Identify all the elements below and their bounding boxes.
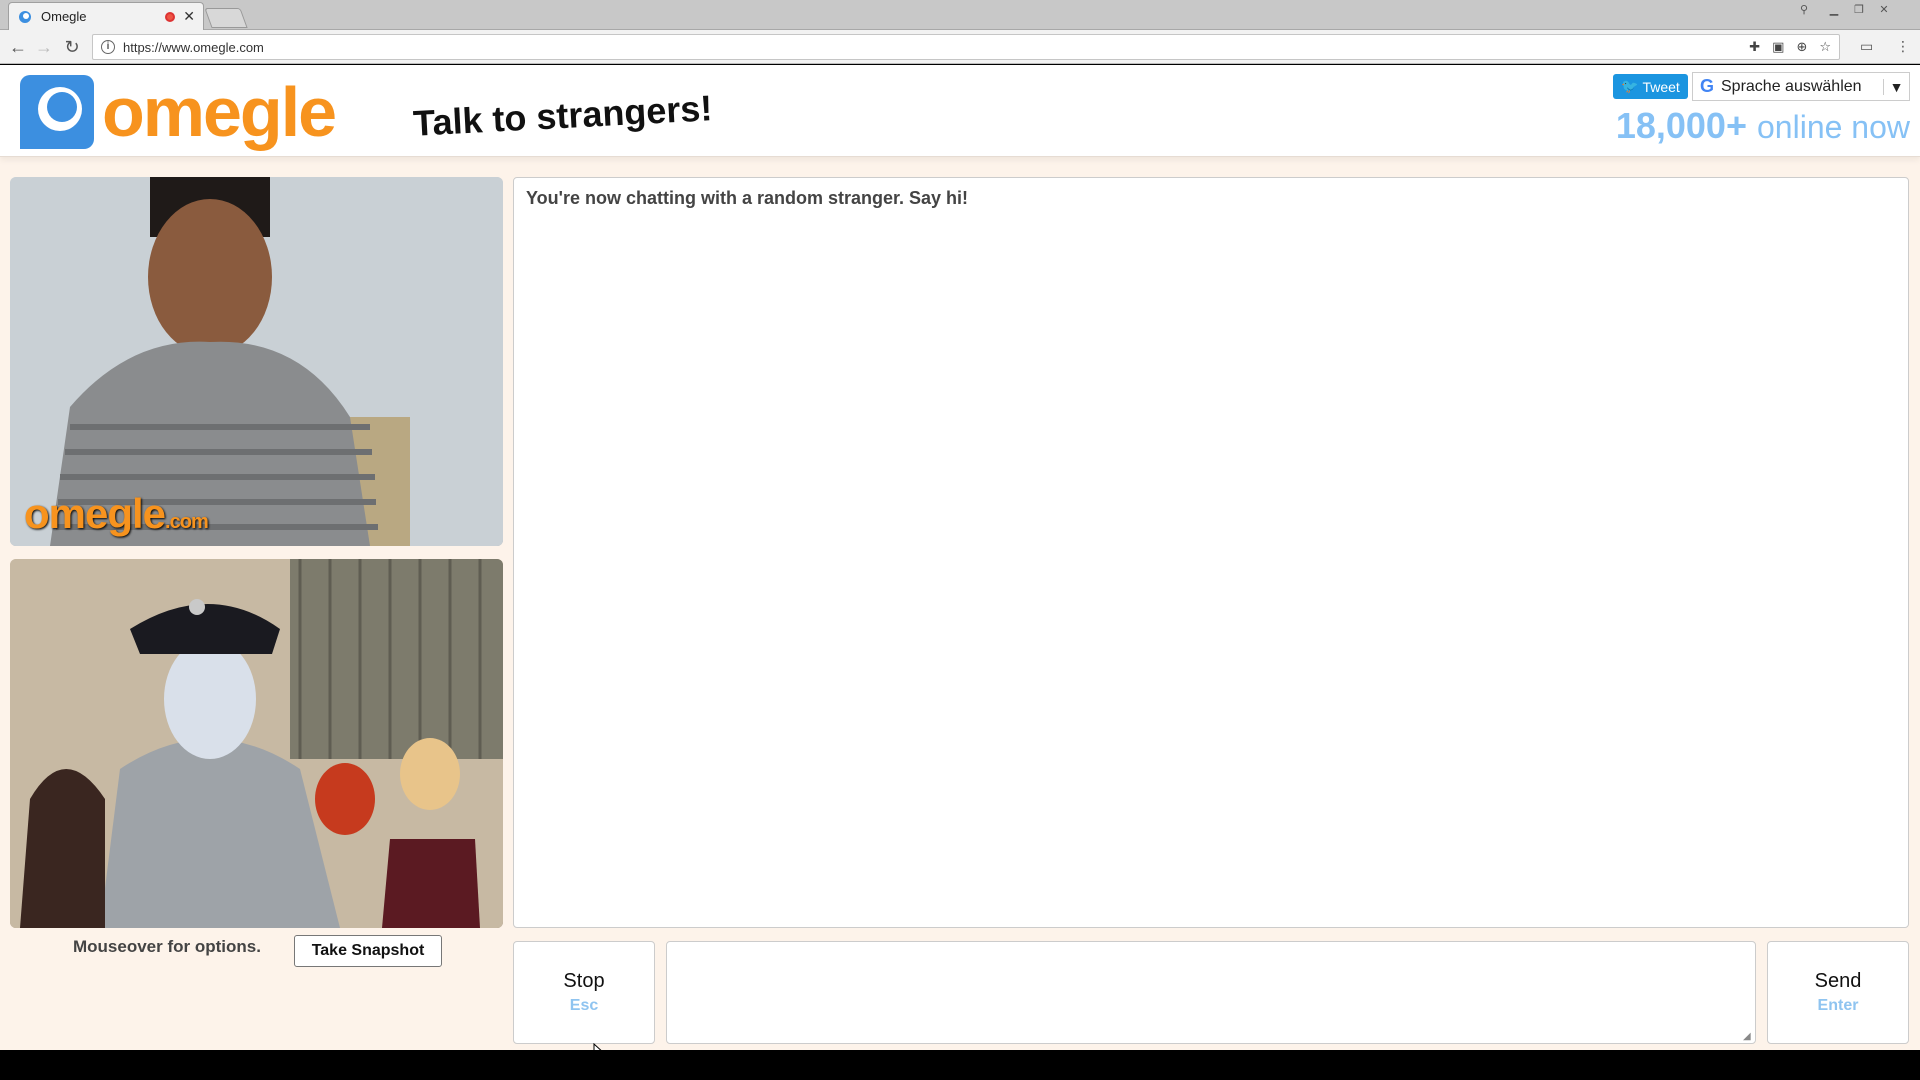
omegle-logo-icon: [20, 75, 94, 149]
zoom-icon[interactable]: ⊕: [1796, 39, 1807, 55]
site-info-icon[interactable]: i: [101, 40, 115, 54]
tweet-button[interactable]: 🐦 Tweet: [1613, 74, 1688, 99]
menu-dots-icon[interactable]: ⋮: [1896, 38, 1910, 55]
online-count-label: online now: [1757, 109, 1910, 145]
online-count: 18,000+ online now: [1616, 105, 1910, 147]
own-video-frame: [10, 559, 503, 928]
blocked-popup-icon[interactable]: ▣: [1772, 39, 1784, 55]
tab-title: Omegle: [41, 9, 87, 24]
chat-message-input[interactable]: [666, 941, 1756, 1044]
omegle-favicon-icon: [17, 9, 33, 25]
recording-indicator-icon: [165, 11, 176, 22]
site-header: omegle Talk to strangers! 🐦 Tweet G Spra…: [0, 65, 1920, 157]
twitter-bird-icon: 🐦: [1621, 78, 1639, 94]
send-shortcut: Enter: [1817, 997, 1859, 1014]
stranger-video[interactable]: omegle.com: [10, 177, 503, 546]
address-bar[interactable]: i https://www.omegle.com ✚ ▣ ⊕ ☆: [92, 34, 1840, 60]
stop-label: Stop: [563, 970, 605, 992]
watermark-suffix: .com: [165, 511, 209, 533]
restore-button[interactable]: ❐: [1847, 0, 1871, 18]
close-window-button[interactable]: ✕: [1872, 0, 1896, 18]
taskbar-strip: [0, 1050, 1920, 1080]
cast-icon[interactable]: ▭: [1860, 38, 1873, 55]
watermark-text: omegle: [24, 490, 166, 537]
resize-handle-icon[interactable]: ◢: [1743, 1031, 1751, 1042]
url-text: https://www.omegle.com: [123, 39, 264, 55]
minimize-button[interactable]: ▁: [1822, 0, 1846, 18]
language-select-label: Sprache auswählen: [1721, 77, 1862, 95]
chat-log: You're now chatting with a random strang…: [513, 177, 1909, 928]
bookmark-star-icon[interactable]: ☆: [1819, 39, 1831, 55]
logo-text: omegle: [102, 73, 337, 151]
tab-close-icon[interactable]: ✕: [183, 8, 195, 25]
forward-arrow-icon[interactable]: →: [34, 37, 54, 57]
chat-status-message: You're now chatting with a random strang…: [526, 188, 969, 208]
tagline: Talk to strangers!: [412, 87, 714, 144]
omegle-logo[interactable]: omegle: [20, 73, 337, 151]
video-options-hint: Mouseover for options.: [73, 937, 261, 956]
tweet-label: Tweet: [1642, 78, 1680, 95]
stop-shortcut: Esc: [569, 997, 599, 1014]
browser-toolbar: ← → ↻ i https://www.omegle.com ✚ ▣ ⊕ ☆ ▭…: [0, 30, 1920, 64]
take-snapshot-button[interactable]: Take Snapshot: [294, 935, 442, 967]
page-content: omegle Talk to strangers! 🐦 Tweet G Spra…: [0, 65, 1920, 1063]
browser-tab-strip: Omegle ✕ ⚲ ▁ ❐ ✕: [0, 0, 1920, 30]
browser-tab[interactable]: Omegle ✕: [8, 2, 204, 30]
own-video[interactable]: [10, 559, 503, 928]
profile-icon[interactable]: ⚲: [1792, 0, 1816, 18]
chevron-down-icon: ▼: [1883, 78, 1909, 95]
send-button[interactable]: Send Enter: [1767, 941, 1909, 1044]
google-g-icon: G: [1699, 76, 1714, 96]
stop-button[interactable]: Stop Esc: [513, 941, 655, 1044]
reload-icon[interactable]: ↻: [62, 37, 82, 57]
send-label: Send: [1814, 970, 1862, 992]
online-count-number: 18,000+: [1615, 105, 1747, 146]
back-arrow-icon[interactable]: ←: [8, 37, 28, 57]
new-tab-button[interactable]: [204, 8, 248, 28]
omegle-watermark: omegle.com: [24, 490, 209, 538]
extension-icon[interactable]: ✚: [1749, 39, 1760, 55]
language-select[interactable]: G Sprache auswählen ▼: [1692, 72, 1910, 101]
